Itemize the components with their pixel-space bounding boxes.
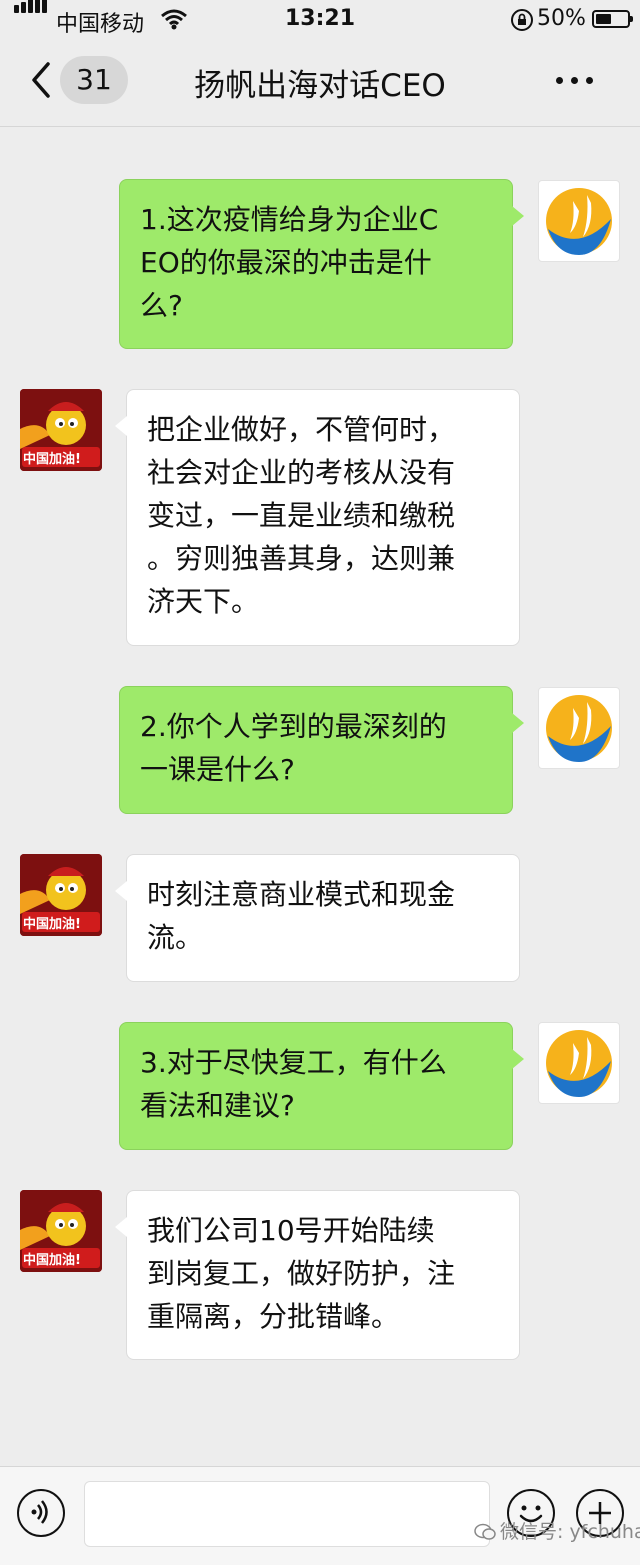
avatar-contact[interactable]: 中国加油! xyxy=(20,1190,102,1272)
nav-bar: 31 扬帆出海对话CEO xyxy=(0,40,640,127)
voice-icon[interactable] xyxy=(17,1489,65,1537)
avatar-self[interactable] xyxy=(538,1022,620,1104)
battery-icon xyxy=(592,10,633,28)
avatar-caption: 中国加油! xyxy=(23,917,81,932)
battery-fill xyxy=(596,14,612,24)
message-bubble-sent[interactable]: 1.这次疫情给身为企业C EO的你最深的冲击是什 么? xyxy=(119,179,524,349)
message-bubble-sent[interactable]: 2.你个人学到的最深刻的 一课是什么? xyxy=(119,686,524,814)
company-logo-icon xyxy=(546,1030,612,1097)
wechat-icon xyxy=(474,1523,496,1540)
back-chevron-icon[interactable] xyxy=(26,60,56,100)
avatar-caption: 中国加油! xyxy=(23,1253,81,1268)
avatar-contact[interactable]: 中国加油! xyxy=(20,389,102,471)
battery-percent: 50% xyxy=(537,6,586,31)
message-bubble-received[interactable]: 把企业做好，不管何时， 社会对企业的考核从没有 变过，一直是业绩和缴税 。穷则独… xyxy=(115,389,520,646)
watermark-text: 微信号: yfchuhai xyxy=(500,1521,640,1543)
message-bubble-received[interactable]: 我们公司10号开始陆续 到岗复工，做好防护，注 重隔离，分批错峰。 xyxy=(115,1190,520,1360)
input-bar: 微信号: yfchuhai xyxy=(0,1466,640,1565)
orientation-lock-icon xyxy=(511,9,533,31)
message-bubble-received[interactable]: 时刻注意商业模式和现金 流。 xyxy=(115,854,520,982)
company-logo-icon xyxy=(546,695,612,762)
voice-waves-icon xyxy=(31,1500,48,1524)
unread-count-badge[interactable]: 31 xyxy=(60,56,128,104)
watermark: 微信号: yfchuhai xyxy=(474,1517,640,1544)
avatar-caption: 中国加油! xyxy=(23,452,81,467)
more-icon[interactable] xyxy=(552,70,596,90)
company-logo-icon xyxy=(546,188,612,255)
avatar-contact[interactable]: 中国加油! xyxy=(20,854,102,936)
message-bubble-sent[interactable]: 3.对于尽快复工，有什么 看法和建议? xyxy=(119,1022,524,1150)
avatar-self[interactable] xyxy=(538,180,620,262)
avatar-self[interactable] xyxy=(538,687,620,769)
status-bar: 中国移动 13:21 50% xyxy=(0,0,640,40)
message-input[interactable] xyxy=(84,1481,490,1547)
